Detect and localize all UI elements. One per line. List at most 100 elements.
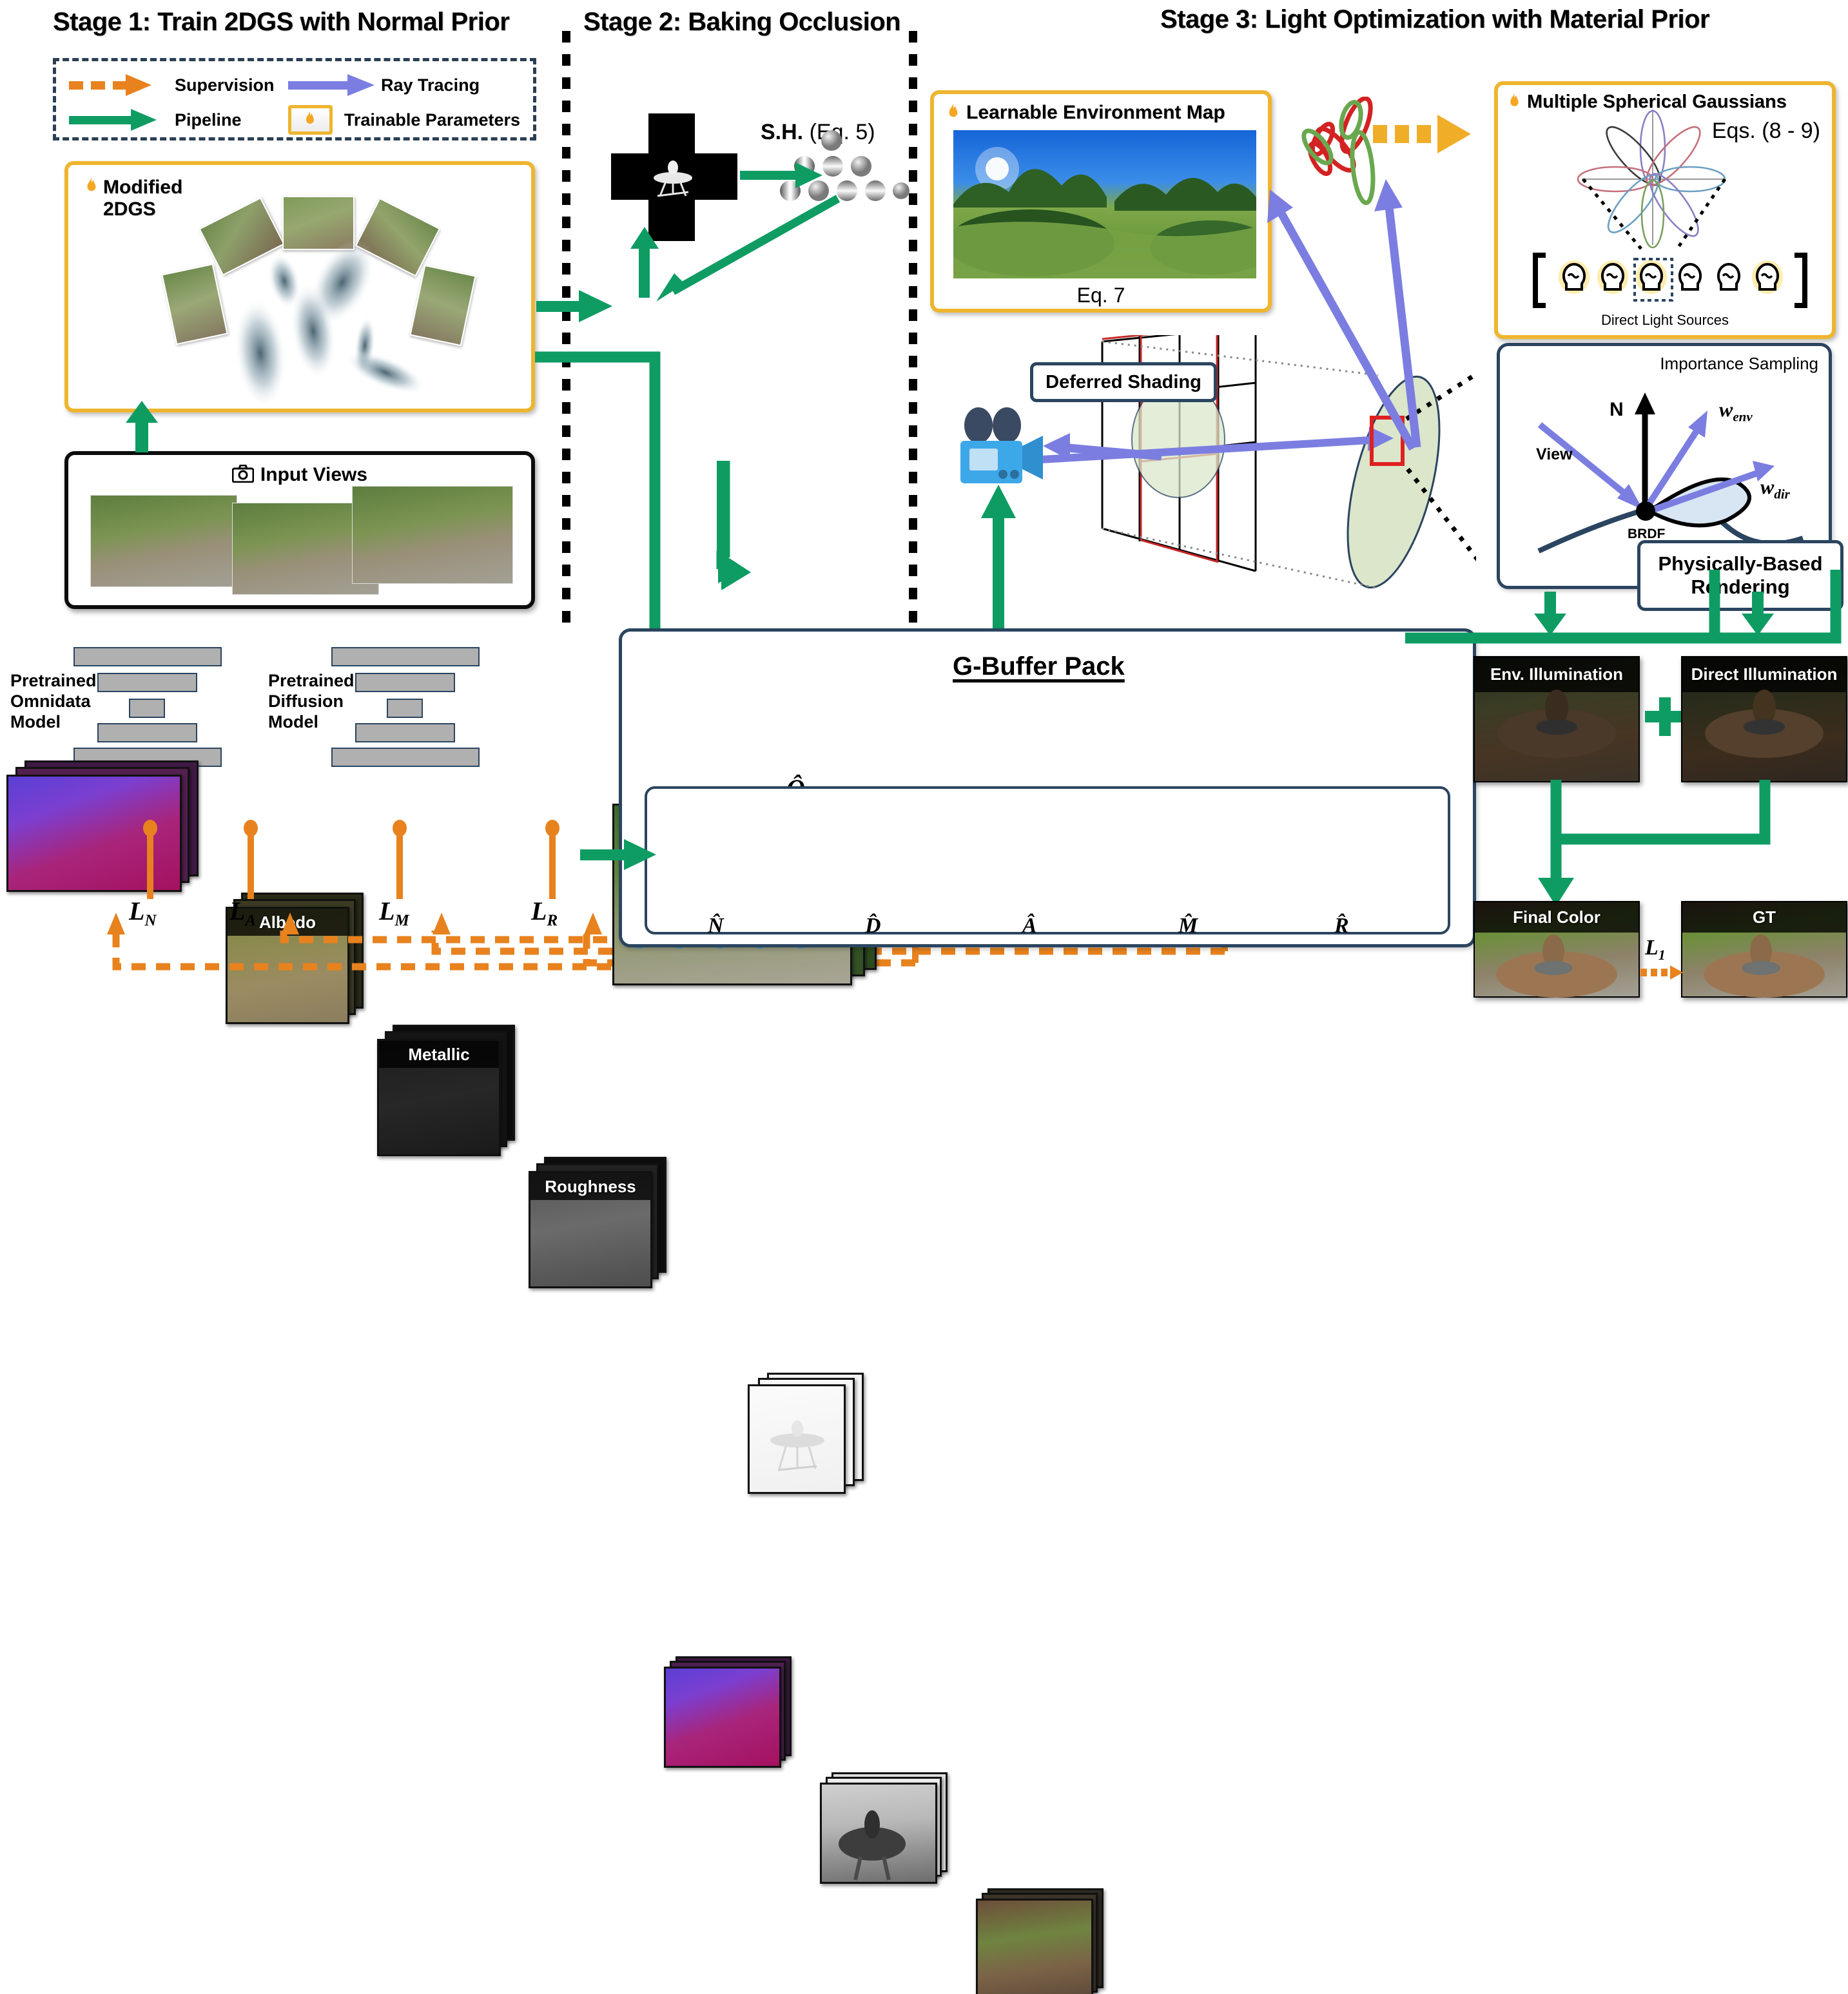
loss-dot [244, 820, 258, 837]
sg-transform-arrow [1373, 115, 1471, 153]
metallic-prior-stack: Metallic [377, 1025, 525, 1157]
arrow-cross-to-sh [740, 162, 822, 188]
arrow-grid-to-sphere [656, 195, 841, 302]
mlp-layer [331, 748, 480, 767]
omnidata-model-label: Pretrained Omnidata Model [10, 670, 97, 732]
arrow-inputviews-to-2dgs [126, 401, 158, 452]
depth-buffer-stack [820, 1772, 962, 1888]
supervision-arrow-icon [69, 74, 166, 96]
deferred-shading-label: Deferred Shading [1046, 371, 1201, 392]
legend-pipeline-label: Pipeline [175, 110, 242, 130]
direct-light-sources-row [1533, 253, 1807, 308]
albedo-buffer-symbol: Â [1022, 914, 1037, 938]
env-map-image [953, 130, 1256, 278]
camera-icon [231, 464, 255, 486]
w-dir-sub: dir [1774, 486, 1790, 502]
mlp-layer [73, 647, 222, 666]
legend-ray-tracing: Ray Tracing [288, 68, 520, 102]
mlp-layer [355, 673, 455, 692]
env-illumination-card: Env. Illumination [1474, 656, 1640, 782]
stage2-title: Stage 2: Baking Occlusion [583, 8, 901, 36]
plus-sign-icon [1645, 697, 1684, 736]
arrow-priors-to-gbuffer [580, 839, 656, 870]
l1-loss-sub: 1 [1658, 946, 1666, 963]
ray-scene-to-camera [1043, 433, 1162, 461]
legend-supervision-label: Supervision [175, 75, 275, 95]
l1-loss-base: L [1645, 936, 1658, 960]
gt-card: GT [1681, 901, 1847, 998]
input-views-label: Input Views [260, 464, 368, 485]
l1-dashed-arrow [1640, 965, 1683, 980]
rays-to-light-sources [1267, 179, 1421, 451]
stage3-title: Stage 3: Light Optimization with Materia… [1160, 5, 1710, 34]
mlp-layer [97, 723, 197, 742]
trainable-chip [288, 105, 333, 135]
omnidata-line3: Model [10, 712, 61, 731]
legend-pipeline: Pipeline [69, 102, 288, 137]
legend-supervision: Supervision [69, 68, 288, 102]
env-map-title: Learnable Environment Map [946, 102, 1225, 124]
diffusion-line2: Diffusion [268, 692, 344, 711]
mlp-layer [129, 699, 165, 718]
mlp-layer [355, 723, 455, 742]
arrow-merge-to-final-color [1538, 780, 1771, 906]
normal-vector-label: N [1610, 399, 1624, 420]
input-view-image [352, 486, 513, 584]
pipeline-arrow-icon [69, 109, 166, 131]
roughness-label: Roughness [545, 1176, 636, 1196]
omnidata-line2: Omnidata [10, 692, 91, 711]
diffusion-line3: Model [268, 712, 318, 731]
arrow-occlusion-down [716, 461, 745, 583]
modified-2dgs-label-2: 2DGS [103, 198, 156, 220]
legend-trainable-label: Trainable Parameters [344, 110, 520, 130]
gbuffer-inner-container [645, 786, 1450, 934]
diffusion-model-label: Pretrained Diffusion Model [268, 670, 355, 732]
stage1-title: Stage 1: Train 2DGS with Normal Prior [53, 8, 510, 36]
stage-separator-2 [909, 31, 917, 630]
omnidata-line1: Pretrained [10, 671, 97, 690]
normal-prior-stack [6, 760, 206, 893]
arrow-to-env-illumination [1534, 592, 1566, 635]
depth-buffer-symbol: D̂ [865, 914, 881, 938]
pipeline-gbuffer-to-camera [981, 485, 1016, 633]
gbuffer-pack-title: G-Buffer Pack [953, 652, 1125, 681]
roughness-buffer-symbol: R̂ [1334, 914, 1349, 938]
metallic-label: Metallic [408, 1044, 470, 1064]
albedo-buffer-stack [976, 1888, 1118, 1994]
w-dir-label: wdir [1760, 475, 1790, 502]
flame-icon [946, 102, 961, 123]
brdf-label: BRDF [1628, 527, 1665, 541]
mlp-layer [387, 699, 423, 718]
ray-tracing-arrow-icon [288, 74, 374, 96]
arrow-stage1-to-stage2 [536, 290, 612, 322]
mlp-layer [97, 673, 197, 692]
modified-2dgs-label-1: Modified [103, 177, 183, 198]
w-dir-base: w [1760, 475, 1775, 498]
modified-2dgs-panel: Modified 2DGS [64, 161, 535, 412]
sg-rosette [1577, 110, 1727, 250]
metallic-buffer-symbol: M̂ [1178, 914, 1198, 938]
input-view-image [90, 495, 237, 587]
legend-trainable: Trainable Parameters [288, 102, 520, 137]
final-color-card: Final Color [1474, 901, 1640, 998]
l1-loss-label: L1 [1645, 936, 1666, 963]
occlusion-buffer-stack [748, 1373, 877, 1502]
input-views-panel: Input Views [64, 451, 535, 609]
direct-illumination-card: Direct Illumination [1681, 656, 1847, 782]
modified-2dgs-title: Modified 2DGS [84, 177, 182, 220]
normal-buffer-stack [664, 1656, 806, 1772]
learnable-env-map-panel: Learnable Environment Map Eq. 7 [930, 90, 1272, 313]
view-thumb [161, 263, 228, 345]
loss-dot [393, 820, 407, 837]
env-map-title-label: Learnable Environment Map [966, 102, 1225, 123]
legend-box: Supervision Pipeline Ray Tracing Trainab… [53, 58, 536, 140]
gaussian-splats [234, 239, 425, 409]
w-env-sub: env [1733, 409, 1753, 425]
flame-icon [1507, 92, 1522, 112]
omnidata-model-group: Pretrained Omnidata Model [10, 644, 281, 767]
diffusion-line1: Pretrained [268, 671, 355, 690]
input-views-header: Input Views [68, 464, 531, 486]
w-env-base: w [1719, 398, 1733, 421]
flame-icon [303, 110, 317, 130]
diffusion-model-group: Pretrained Diffusion Model [268, 644, 539, 767]
